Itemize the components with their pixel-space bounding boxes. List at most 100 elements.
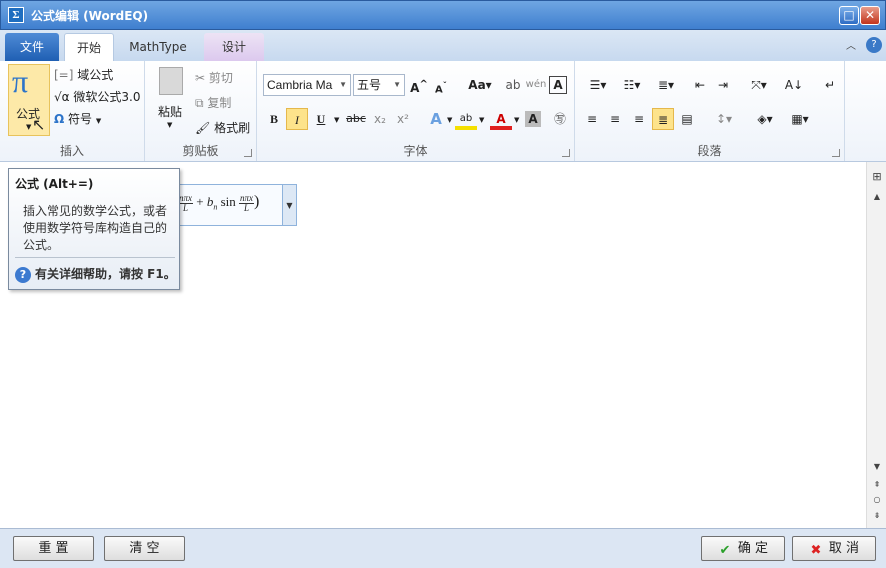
tab-mathtype[interactable]: MathType <box>118 33 198 61</box>
char-border-icon[interactable]: A <box>549 76 567 94</box>
clear-format-icon[interactable]: ab <box>502 74 524 96</box>
select-browse-object-icon[interactable]: ○ <box>867 495 886 504</box>
subscript-button[interactable]: x₂ <box>369 108 391 130</box>
ruler-toggle-icon[interactable]: ⊞ <box>867 170 886 183</box>
tooltip: 公式 (Alt+=) 插入常见的数学公式，或者使用数学符号库构造自己的公式。 ?… <box>8 168 180 290</box>
cancel-button[interactable]: ✖ 取 消 <box>792 536 876 561</box>
ribbon-tabs: 文件 开始 MathType 设计 ︿ ? <box>0 30 886 61</box>
format-painter-label: 格式刷 <box>214 121 251 135</box>
chevron-down-icon[interactable]: ▼ <box>334 116 339 124</box>
bold-button[interactable]: B <box>263 108 285 130</box>
dialog-launcher-icon[interactable] <box>562 149 570 157</box>
field-icon: [=] <box>54 68 74 82</box>
help-icon[interactable]: ? <box>866 37 882 53</box>
chevron-down-icon: ▼ <box>339 80 347 89</box>
underline-button[interactable]: U <box>310 108 332 130</box>
phonetic-guide-icon[interactable]: wén <box>525 74 547 96</box>
maximize-button[interactable]: □ <box>839 6 859 25</box>
ms-equation-label: 微软公式3.0 <box>73 90 141 104</box>
font-size-value: 五号 <box>357 78 382 92</box>
borders-icon[interactable]: ▦▾ <box>785 108 815 130</box>
align-center-icon[interactable]: ≡ <box>604 108 626 130</box>
justify-icon[interactable]: ≣ <box>652 108 674 130</box>
superscript-button[interactable]: x² <box>392 108 414 130</box>
reset-button[interactable]: 重 置 <box>13 536 94 561</box>
font-color-icon[interactable]: A <box>490 108 512 130</box>
chevron-down-icon: ▼ <box>26 123 32 131</box>
vertical-scrollbar[interactable]: ⊞ ▲ ▼ ⇞ ○ ⇟ <box>866 162 886 528</box>
bullets-icon[interactable]: ☰▾ <box>583 74 613 96</box>
cross-icon: ✖ <box>810 543 822 558</box>
scroll-down-icon[interactable]: ▼ <box>867 462 886 471</box>
cancel-label: 取 消 <box>828 541 860 556</box>
collapse-ribbon-icon[interactable]: ︿ <box>846 37 856 52</box>
tab-design[interactable]: 设计 <box>204 33 264 61</box>
format-painter-button[interactable]: 🖌 格式刷 <box>195 119 250 136</box>
ok-button[interactable]: ✔ 确 定 <box>701 536 785 561</box>
tab-file[interactable]: 文件 <box>5 33 59 61</box>
chevron-down-icon: ▼ <box>95 117 102 125</box>
grow-font-icon[interactable]: A^ <box>408 74 430 96</box>
dialog-launcher-icon[interactable] <box>832 149 840 157</box>
omega-icon: Ω <box>54 112 65 126</box>
clipboard-icon <box>159 67 183 95</box>
line-spacing-icon[interactable]: ↕▾ <box>709 108 739 130</box>
numbering-icon[interactable]: ☷▾ <box>617 74 647 96</box>
chevron-down-icon: ▼ <box>393 80 401 89</box>
prev-page-icon[interactable]: ⇞ <box>867 480 886 489</box>
symbol-button[interactable]: Ω 符号 ▼ <box>54 110 101 127</box>
next-page-icon[interactable]: ⇟ <box>867 511 886 520</box>
italic-button[interactable]: I <box>286 108 308 130</box>
cut-label: 剪切 <box>208 71 233 85</box>
distributed-icon[interactable]: ▤ <box>676 108 698 130</box>
paste-label: 粘贴 <box>158 105 183 119</box>
shrink-font-icon[interactable]: Aˇ <box>430 74 452 96</box>
copy-label: 复制 <box>207 96 232 110</box>
chevron-down-icon: ▼ <box>167 121 173 129</box>
increase-indent-icon[interactable]: ⇥ <box>712 74 734 96</box>
cut-button[interactable]: ✂ 剪切 <box>195 69 233 86</box>
tooltip-help: ? 有关详细帮助，请按 F1。 <box>15 265 176 283</box>
chevron-down-icon[interactable]: ▼ <box>479 116 484 124</box>
copy-icon: ⧉ <box>195 96 204 110</box>
align-left-icon[interactable]: ≡ <box>581 108 603 130</box>
group-paragraph: ☰▾ ☷▾ ≣▾ ⇤ ⇥ ⤧▾ A↓ ↵ ≡ ≡ ≡ ≣ ▤ ↕▾ ◈▾ ▦▾ … <box>575 61 845 161</box>
scroll-up-icon[interactable]: ▲ <box>867 192 886 201</box>
field-equation-button[interactable]: [=] 域公式 <box>54 66 113 83</box>
clear-button[interactable]: 清 空 <box>104 536 185 561</box>
group-insert: π 公式 ▼ ↖ [=] 域公式 √α 微软公式3.0 Ω 符号 ▼ 插入 <box>0 61 145 161</box>
char-shading-icon[interactable]: A <box>525 111 541 127</box>
chevron-down-icon[interactable]: ▼ <box>447 116 452 124</box>
highlight-icon[interactable]: ab <box>455 108 477 130</box>
copy-button[interactable]: ⧉ 复制 <box>195 94 231 111</box>
align-right-icon[interactable]: ≡ <box>628 108 650 130</box>
check-icon: ✔ <box>719 543 731 558</box>
enclose-char-icon[interactable]: ㊢ <box>549 108 571 130</box>
sort-icon[interactable]: A↓ <box>783 74 805 96</box>
ms-equation-button[interactable]: √α 微软公式3.0 <box>54 88 140 105</box>
shading-icon[interactable]: ◈▾ <box>750 108 780 130</box>
close-button[interactable]: ✕ <box>860 6 880 25</box>
decrease-indent-icon[interactable]: ⇤ <box>689 74 711 96</box>
text-direction-icon[interactable]: ⤧▾ <box>743 74 775 96</box>
mouse-cursor-icon: ↖ <box>32 115 46 134</box>
multilevel-list-icon[interactable]: ≣▾ <box>651 74 681 96</box>
dialog-launcher-icon[interactable] <box>244 149 252 157</box>
equation-box[interactable]: nπx L + bn sin nπx L) <box>175 184 297 226</box>
chevron-down-icon[interactable]: ▼ <box>514 116 519 124</box>
change-case-icon[interactable]: Aa▾ <box>465 74 495 96</box>
scissors-icon: ✂ <box>195 71 206 85</box>
paste-button[interactable]: 粘贴 ▼ <box>155 65 187 129</box>
group-label-font: 字体 <box>403 144 428 158</box>
show-marks-icon[interactable]: ↵ <box>819 74 841 96</box>
strikethrough-button[interactable]: abc <box>345 108 367 130</box>
ok-label: 确 定 <box>737 541 769 556</box>
text-effect-icon[interactable]: A <box>425 108 447 130</box>
equation-options-dropdown[interactable]: ▼ <box>282 184 297 226</box>
font-name-select[interactable]: Cambria Ma ▼ <box>263 74 351 96</box>
font-size-select[interactable]: 五号 ▼ <box>353 74 405 96</box>
tooltip-title: 公式 (Alt+=) <box>15 177 94 191</box>
tab-home[interactable]: 开始 <box>64 33 114 61</box>
app-icon: Σ <box>8 7 24 23</box>
font-name-value: Cambria Ma <box>267 78 333 92</box>
